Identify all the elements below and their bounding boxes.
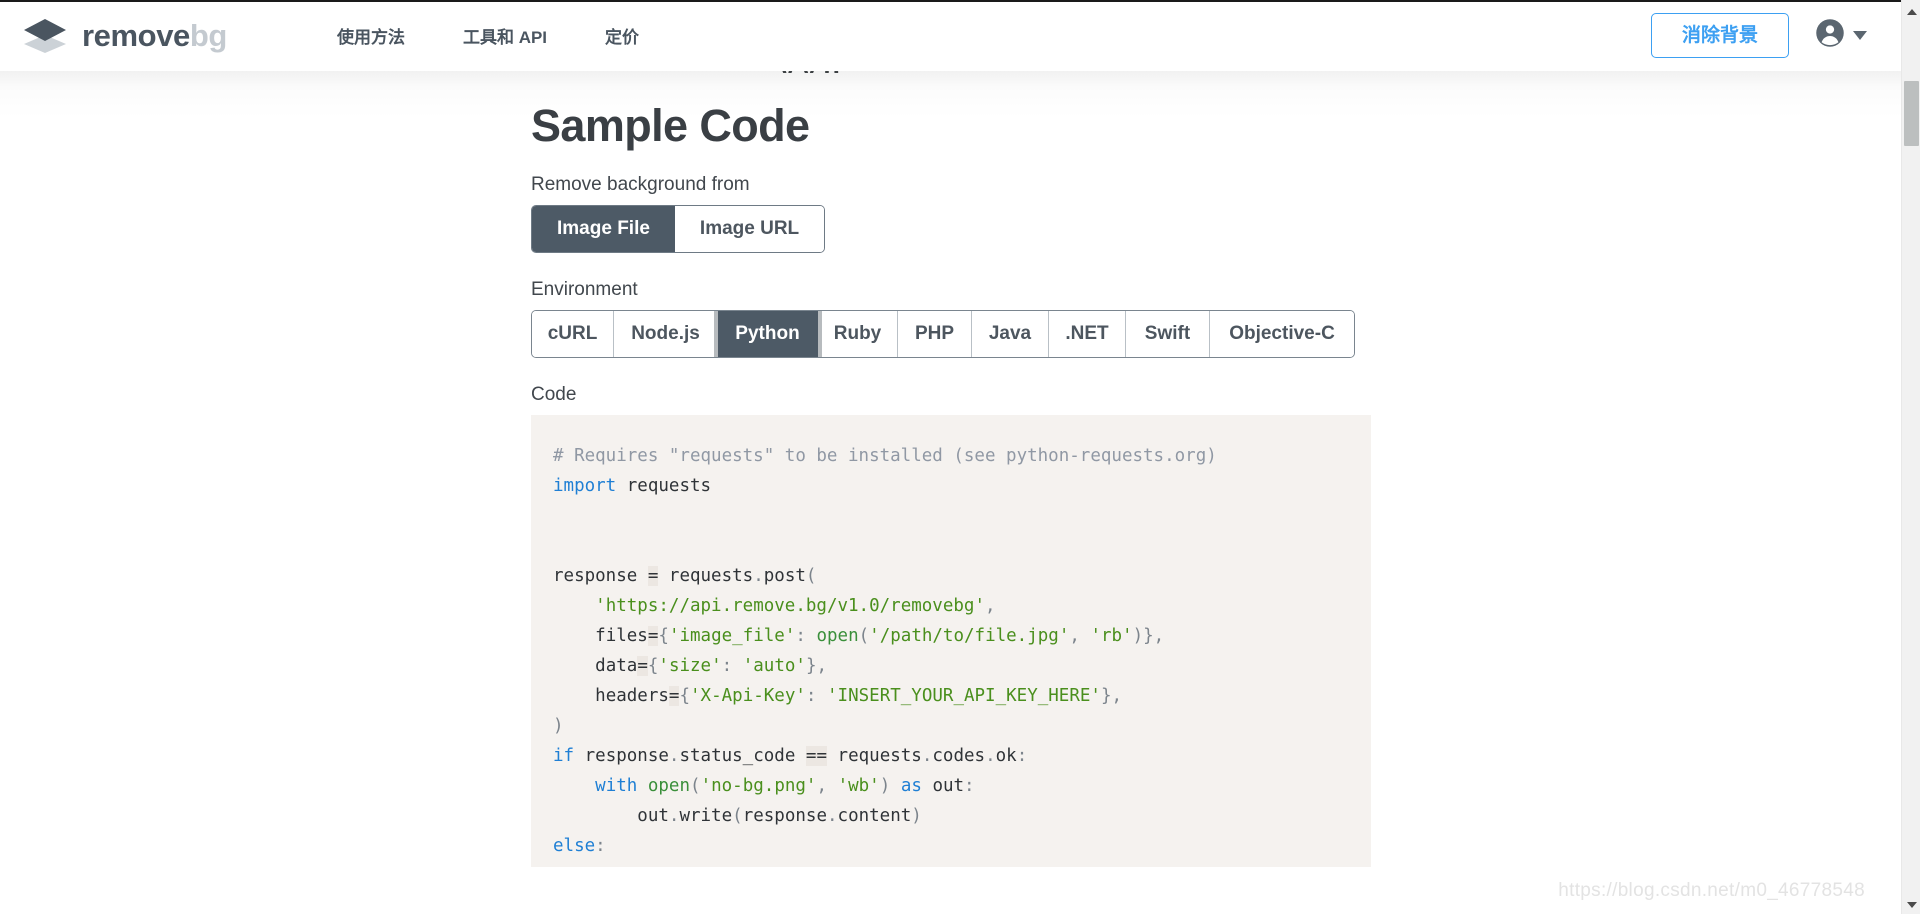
site-header: removebg 使用方法 工具和 API 定价 消除背景 (0, 0, 1901, 71)
nav-item-how-to-use[interactable]: 使用方法 (337, 23, 405, 48)
environment-tab-group: cURL Node.js Python Ruby PHP Java .NET S… (531, 310, 1355, 358)
triangle-up-icon (1907, 9, 1917, 15)
source-tab-image-file[interactable]: Image File (532, 206, 675, 252)
vertical-scrollbar[interactable] (1901, 0, 1920, 914)
code-line-comment: # Requires "requests" to be installed (s… (553, 446, 1217, 466)
code-label: Code (531, 384, 1371, 406)
account-circle-icon (1815, 18, 1845, 53)
page-body: y y p Sample Code Remove background from… (0, 71, 1901, 914)
env-tab-java[interactable]: Java (972, 311, 1049, 357)
nav-item-pricing[interactable]: 定价 (605, 23, 639, 48)
account-menu[interactable] (1815, 18, 1867, 53)
layers-diamond-icon (22, 16, 68, 56)
header-actions: 消除背景 (1651, 13, 1867, 58)
env-tab-objective-c[interactable]: Objective-C (1210, 311, 1354, 357)
env-tab-python[interactable]: Python (718, 311, 818, 357)
code-sample-text: # Requires "requests" to be installed (s… (553, 441, 1371, 867)
brand-logo-link[interactable]: removebg (22, 16, 227, 56)
source-label: Remove background from (531, 174, 1371, 196)
brand-word-secondary: bg (190, 18, 227, 53)
page-title: Sample Code (531, 103, 1371, 148)
sample-code-section: Sample Code Remove background from Image… (531, 103, 1371, 867)
scrollbar-thumb[interactable] (1904, 81, 1919, 146)
code-sample-panel[interactable]: # Requires "requests" to be installed (s… (531, 415, 1371, 867)
brand-word-primary: remove (82, 18, 190, 53)
chevron-down-icon (1853, 31, 1867, 40)
page-root: removebg 使用方法 工具和 API 定价 消除背景 (0, 0, 1920, 914)
main-navigation: 使用方法 工具和 API 定价 (337, 23, 639, 48)
nav-item-tools-and-api[interactable]: 工具和 API (463, 23, 547, 48)
source-tab-image-url[interactable]: Image URL (675, 206, 824, 252)
environment-label: Environment (531, 279, 1371, 301)
env-tab-dotnet[interactable]: .NET (1049, 311, 1126, 357)
env-tab-nodejs[interactable]: Node.js (614, 311, 718, 357)
env-tab-curl[interactable]: cURL (532, 311, 614, 357)
scroll-up-button[interactable] (1902, 2, 1920, 21)
source-toggle-group: Image File Image URL (531, 205, 825, 253)
env-tab-php[interactable]: PHP (898, 311, 972, 357)
remove-background-button[interactable]: 消除背景 (1651, 13, 1789, 58)
triangle-down-icon (1907, 902, 1917, 908)
top-rule (0, 0, 1920, 2)
clipped-above-text: y y p (0, 71, 1901, 73)
env-tab-swift[interactable]: Swift (1126, 311, 1210, 357)
brand-wordmark: removebg (82, 20, 227, 51)
scroll-down-button[interactable] (1902, 895, 1920, 914)
env-tab-ruby[interactable]: Ruby (818, 311, 898, 357)
watermark-text: https://blog.csdn.net/m0_46778548 (1558, 880, 1865, 902)
